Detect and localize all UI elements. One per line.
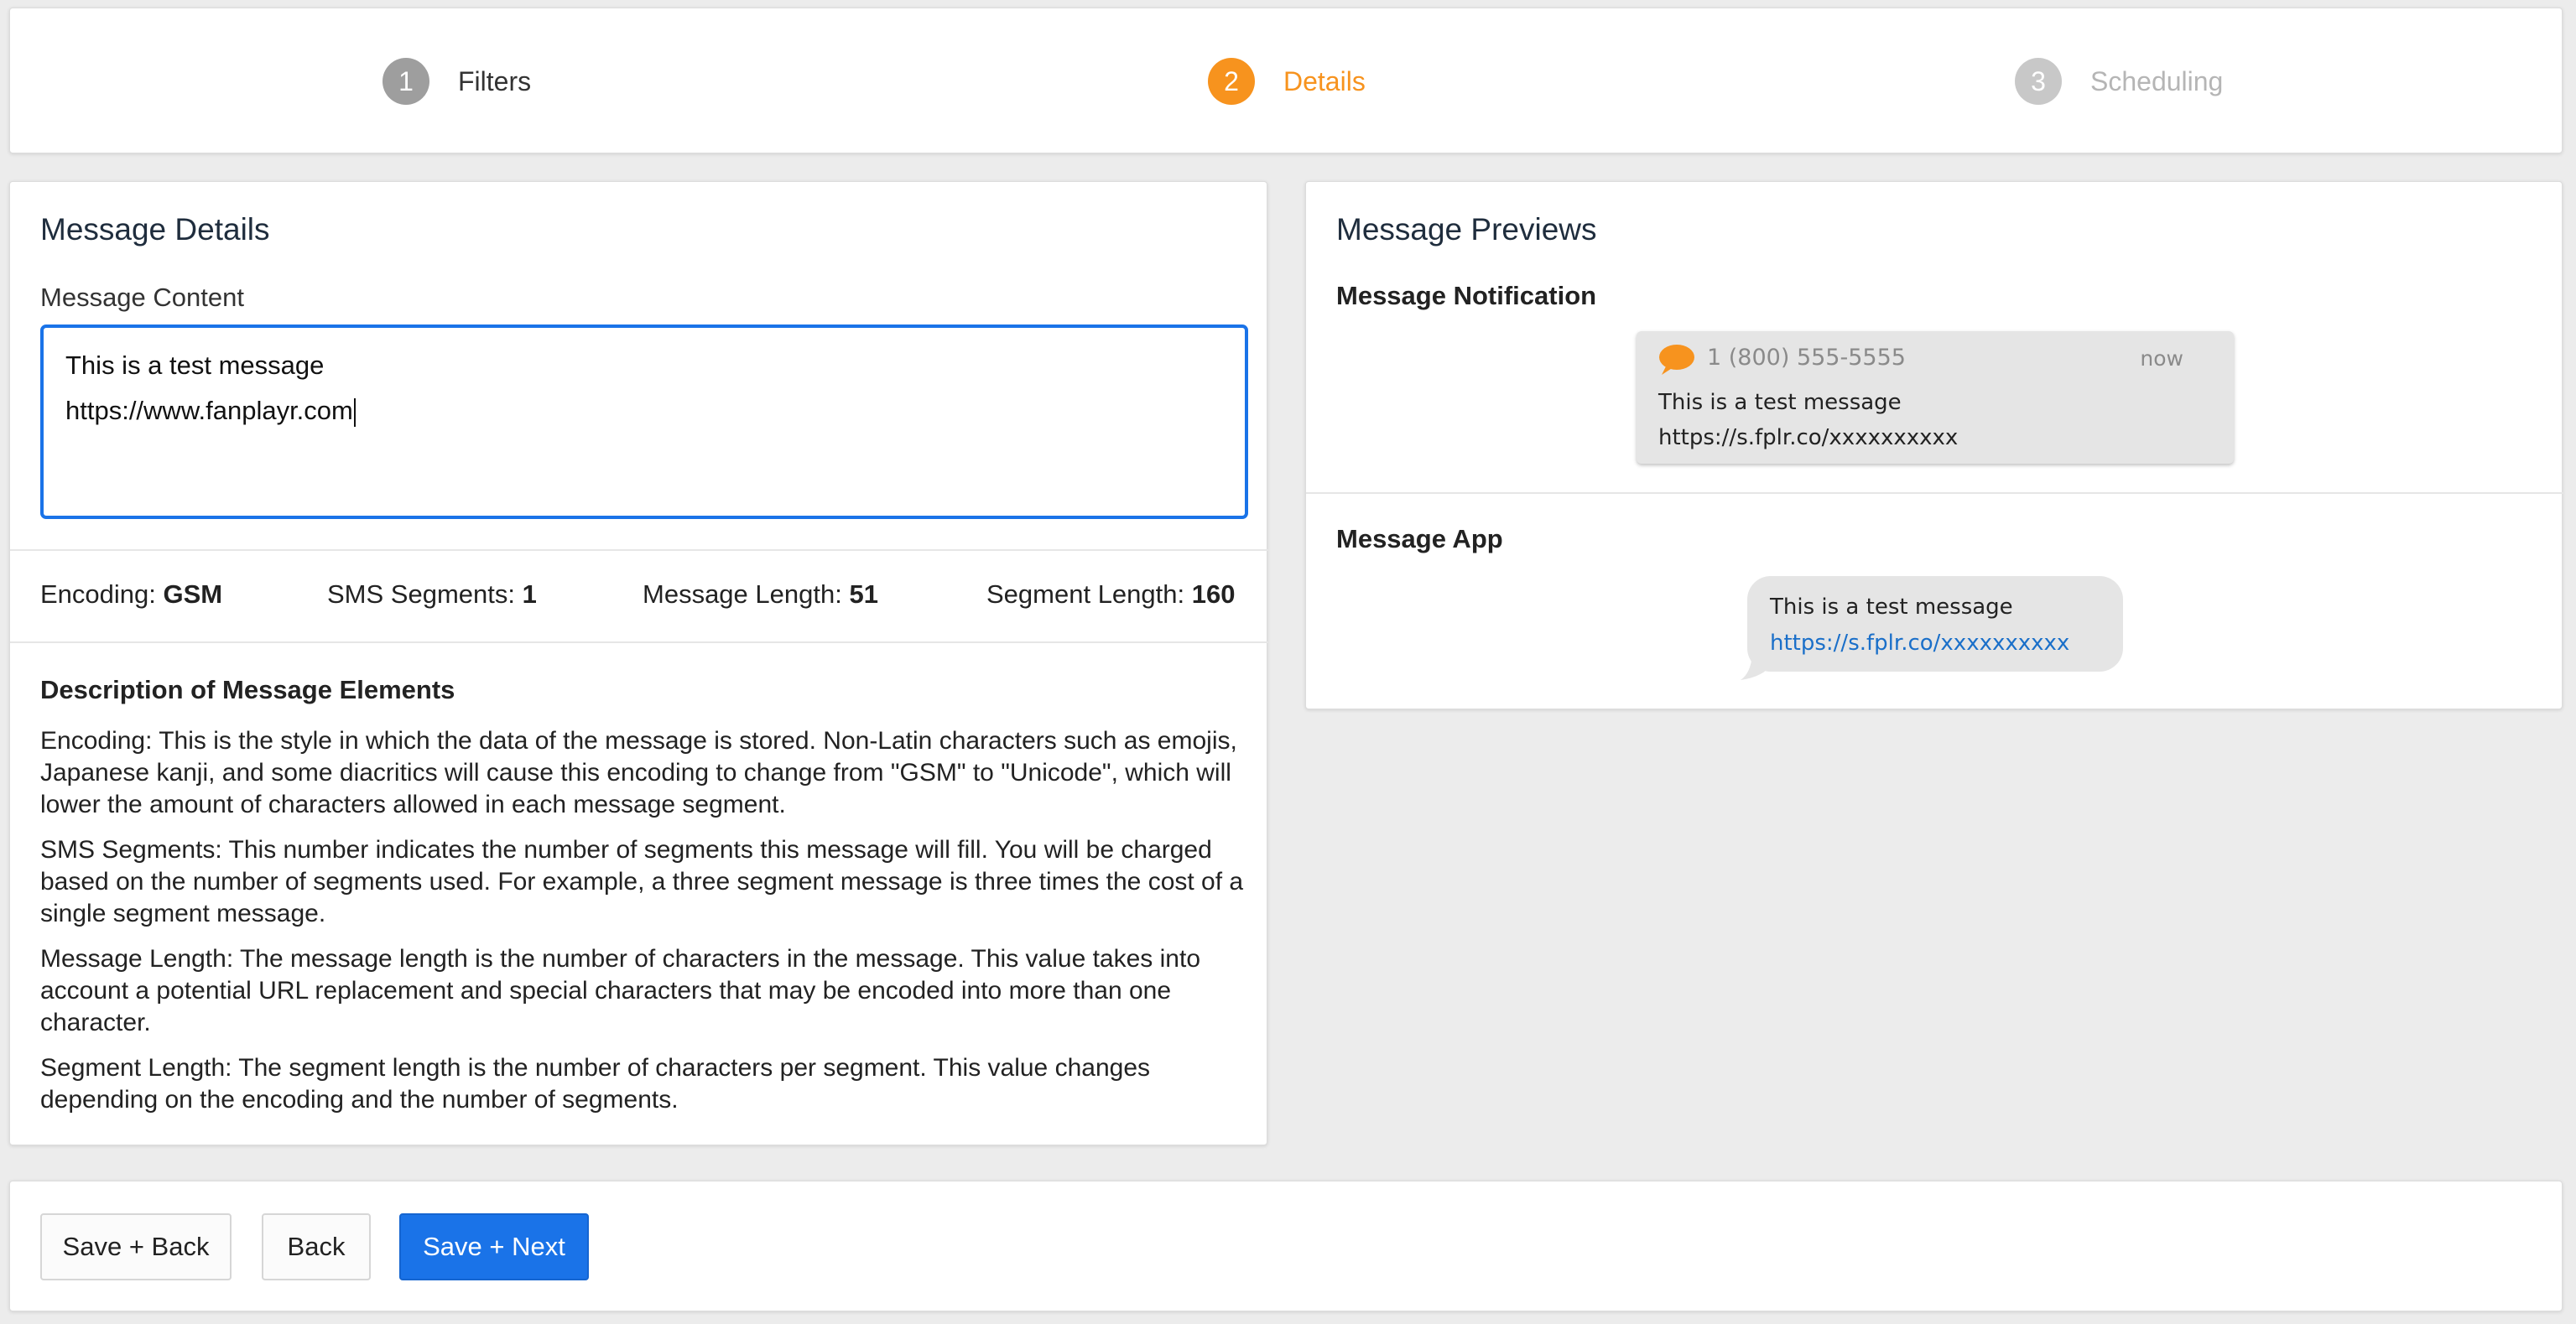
step-scheduling[interactable]: 3 Scheduling bbox=[2015, 58, 2223, 105]
message-details-panel: Message Details Message Content This is … bbox=[9, 181, 1268, 1145]
segment-length-stat: Segment Length: 160 bbox=[986, 579, 1235, 610]
sms-segments-stat: SMS Segments: 1 bbox=[327, 579, 537, 610]
notification-preview-title: Message Notification bbox=[1336, 281, 1597, 310]
encoding-label: Encoding: bbox=[40, 579, 156, 609]
message-line-with-caret: https://www.fanplayr.com bbox=[65, 388, 1223, 434]
sms-segments-value: 1 bbox=[522, 579, 537, 609]
segment-length-label: Segment Length: bbox=[986, 579, 1185, 609]
divider bbox=[1306, 492, 2563, 494]
app-message-bubble: This is a test message https://s.fplr.co… bbox=[1747, 576, 2123, 672]
message-length-label: Message Length: bbox=[643, 579, 842, 609]
message-line: This is a test message bbox=[65, 350, 325, 380]
step-number-circle: 2 bbox=[1208, 58, 1255, 105]
segment-length-description: Segment Length: The segment length is th… bbox=[40, 1054, 1151, 1114]
back-button[interactable]: Back bbox=[262, 1213, 371, 1280]
save-next-button[interactable]: Save + Next bbox=[399, 1213, 589, 1280]
sms-segments-description: SMS Segments: This number indicates the … bbox=[40, 836, 1244, 927]
message-line: https://www.fanplayr.com bbox=[65, 396, 353, 425]
message-previews-panel: Message Previews Message Notification 1 … bbox=[1305, 181, 2563, 709]
encoding-description: Encoding: This is the style in which the… bbox=[40, 727, 1237, 818]
bubble-link[interactable]: https://s.fplr.co/xxxxxxxxxx bbox=[1770, 626, 2100, 662]
encoding-value: GSM bbox=[163, 579, 223, 609]
step-label: Scheduling bbox=[2090, 65, 2224, 96]
chat-bubble-icon bbox=[1659, 345, 1694, 375]
step-number-circle: 1 bbox=[382, 58, 429, 105]
message-previews-title: Message Previews bbox=[1336, 212, 1597, 247]
notification-time: now bbox=[2140, 346, 2183, 371]
message-length-value: 51 bbox=[849, 579, 878, 609]
segment-length-value: 160 bbox=[1191, 579, 1236, 609]
step-filters[interactable]: 1 Filters bbox=[382, 58, 531, 105]
notification-preview: 1 (800) 555-5555 now This is a test mess… bbox=[1637, 331, 2234, 464]
bubble-text: This is a test message bbox=[1770, 595, 2013, 620]
message-details-title: Message Details bbox=[40, 212, 270, 247]
encoding-stat: Encoding: GSM bbox=[40, 579, 222, 610]
action-footer: Save + Back Back Save + Next bbox=[9, 1181, 2563, 1311]
notification-text: This is a test message https://s.fplr.co… bbox=[1658, 385, 1958, 455]
progress-stepper: 1 Filters 2 Details 3 Scheduling bbox=[9, 8, 2563, 153]
save-back-button[interactable]: Save + Back bbox=[40, 1213, 232, 1280]
message-length-description: Message Length: The message length is th… bbox=[40, 945, 1201, 1036]
message-content-textarea[interactable]: This is a test message https://www.fanpl… bbox=[40, 325, 1248, 519]
message-content-label: Message Content bbox=[40, 283, 244, 312]
message-length-stat: Message Length: 51 bbox=[643, 579, 878, 610]
notification-line: This is a test message bbox=[1658, 390, 1902, 415]
text-caret bbox=[353, 397, 356, 427]
notification-phone-number: 1 (800) 555-5555 bbox=[1707, 345, 1906, 371]
app-preview-title: Message App bbox=[1336, 524, 1503, 553]
step-label: Filters bbox=[458, 65, 532, 96]
step-label: Details bbox=[1283, 65, 1366, 96]
step-number-circle: 3 bbox=[2015, 58, 2062, 105]
divider bbox=[10, 641, 1268, 643]
description-title: Description of Message Elements bbox=[40, 675, 455, 704]
divider bbox=[10, 549, 1268, 551]
step-details[interactable]: 2 Details bbox=[1208, 58, 1366, 105]
notification-line: https://s.fplr.co/xxxxxxxxxx bbox=[1658, 425, 1959, 450]
sms-segments-label: SMS Segments: bbox=[327, 579, 515, 609]
